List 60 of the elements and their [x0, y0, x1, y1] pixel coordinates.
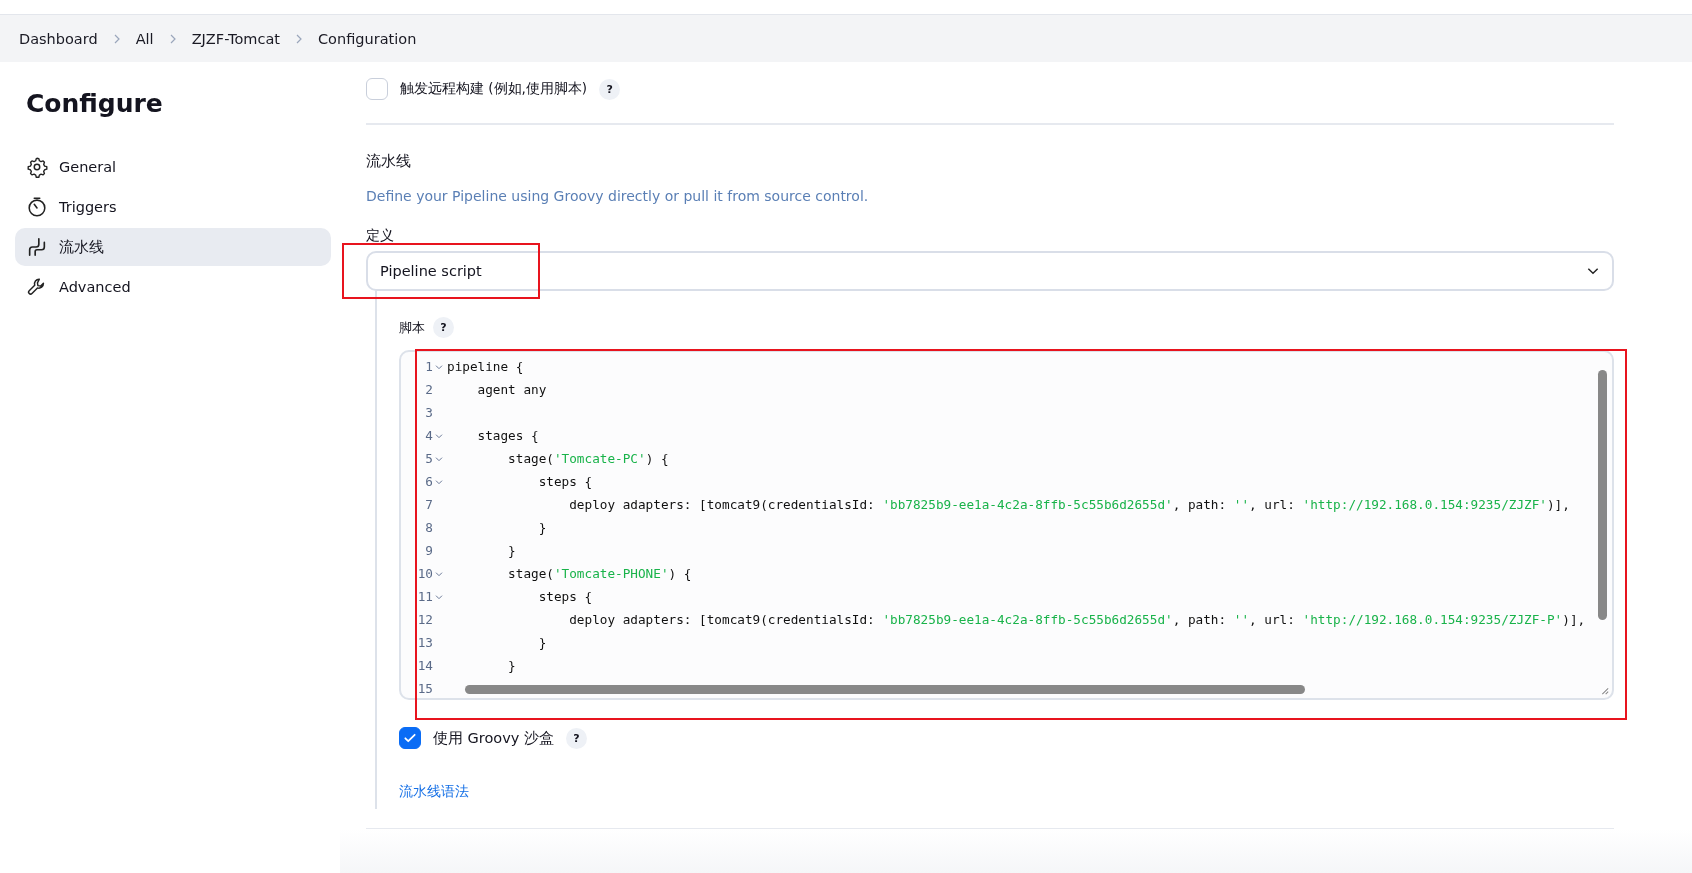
breadcrumb-link[interactable]: Configuration — [318, 30, 417, 47]
fold-caret-icon — [435, 431, 443, 440]
code-line: } — [507, 543, 516, 558]
code-line: stages { — [476, 428, 539, 443]
code-line: pipeline { — [447, 359, 524, 374]
sidebar-item[interactable]: General — [15, 148, 331, 186]
code-line: } — [507, 658, 516, 673]
sidebar-item[interactable]: Triggers — [15, 188, 331, 226]
breadcrumb-link[interactable]: Dashboard — [19, 30, 98, 47]
checkbox[interactable] — [399, 727, 421, 749]
code-line: deploy adapters: [tomcat9(credentialsId: 'bb7825b9-ee1a-4c2a-8ffb-5c55b6d2655d', path: '', url: 'http://192.168.0.154:9235/ZJZF')], — [568, 497, 1570, 512]
page-title: Configure — [26, 88, 164, 120]
field-label: 定义 — [366, 227, 395, 243]
timer-icon — [26, 196, 48, 218]
line-number: 15 — [416, 681, 433, 696]
code-line: stage('Tomcate-PC') { — [507, 451, 669, 466]
line-number: 12 — [416, 612, 433, 627]
checkmark-icon — [403, 731, 417, 745]
line-number: 3 — [424, 405, 433, 420]
checkbox-label: 触发远程构建 (例如,使用脚本) — [400, 80, 588, 98]
line-number: 10 — [416, 566, 433, 581]
fold-caret-icon — [435, 477, 443, 486]
field-label: 脚本 — [399, 318, 425, 337]
section-description: Define your Pipeline using Groovy directly or pull it from source control. — [366, 188, 870, 204]
code-line: steps { — [537, 474, 593, 489]
code-line: stage('Tomcate-PHONE') { — [507, 566, 692, 581]
help-button[interactable]: ? — [599, 78, 621, 100]
syntax-link[interactable]: 流水线语法 — [399, 783, 469, 801]
checkbox-label: 使用 Groovy 沙盒 — [433, 728, 554, 748]
section-heading: 流水线 — [366, 152, 412, 171]
help-button[interactable]: ? — [433, 317, 454, 338]
line-number: 14 — [416, 658, 433, 673]
resize-handle-icon — [1599, 685, 1609, 695]
line-number: 2 — [424, 382, 433, 397]
breadcrumb-link[interactable]: All — [135, 30, 154, 47]
sidebar-item[interactable]: Advanced — [15, 268, 331, 306]
line-number: 1 — [424, 359, 433, 374]
definition-dropdown[interactable]: Pipeline script — [366, 251, 1614, 291]
line-number: 8 — [424, 520, 433, 535]
fold-caret-icon — [435, 592, 443, 601]
sidebar-item[interactable]: 流水线 — [15, 228, 331, 266]
line-number: 4 — [424, 428, 433, 443]
fold-caret-icon — [435, 362, 443, 371]
gear-icon — [26, 156, 48, 178]
line-number: 7 — [424, 497, 433, 512]
fold-caret-icon — [435, 454, 443, 463]
code-line: deploy adapters: [tomcat9(credentialsId: 'bb7825b9-ee1a-4c2a-8ffb-5c55b6d2655d', path: '', url: 'http://192.168.0.154:9235/ZJZF-P')], — [568, 612, 1585, 627]
code-line: agent any — [476, 382, 547, 397]
line-number: 11 — [416, 589, 433, 604]
code-line: } — [537, 520, 547, 535]
breadcrumb-link[interactable]: ZJZF-Tomcat — [191, 30, 280, 47]
fold-caret-icon — [435, 569, 443, 578]
code-line: } — [537, 635, 547, 650]
pipeline-icon — [26, 236, 48, 258]
line-number: 9 — [424, 543, 433, 558]
code-line: steps { — [537, 589, 593, 604]
help-button[interactable]: ? — [566, 727, 587, 749]
line-number: 6 — [424, 474, 433, 489]
line-number: 5 — [424, 451, 433, 466]
line-number: 13 — [416, 635, 433, 650]
